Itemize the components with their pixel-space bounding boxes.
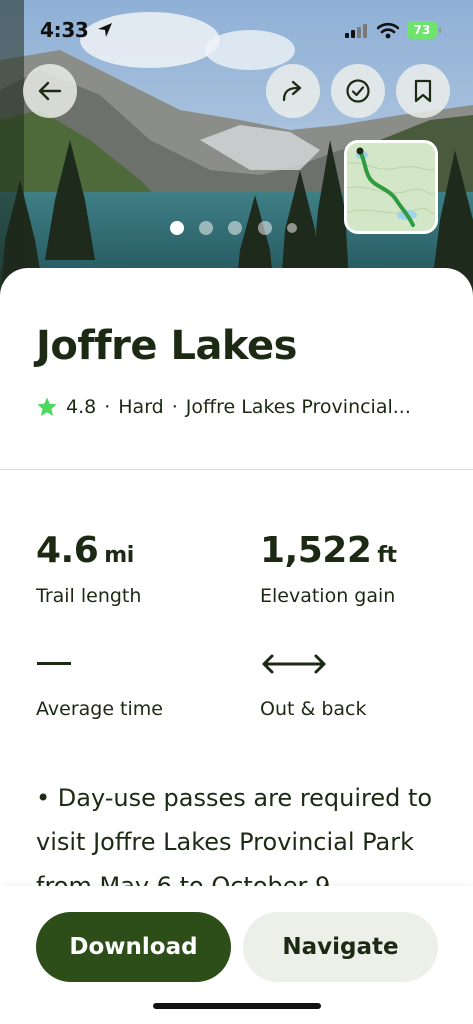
back-arrow-icon bbox=[37, 78, 63, 104]
location-arrow-icon bbox=[97, 22, 113, 38]
pagination-dot[interactable] bbox=[199, 221, 213, 235]
trail-rating: 4.8 bbox=[66, 396, 97, 418]
bookmark-button[interactable] bbox=[396, 64, 450, 118]
bottom-action-bar: Download Navigate bbox=[0, 886, 473, 1024]
home-indicator[interactable] bbox=[153, 1003, 321, 1009]
battery-level: 73 bbox=[413, 23, 431, 37]
hero-photo-carousel[interactable]: 4:33 73 bbox=[0, 0, 473, 300]
trail-description: • Day-use passes are required to visit J… bbox=[36, 784, 433, 888]
status-time: 4:33 bbox=[40, 18, 89, 42]
elevation-gain-label: Elevation gain bbox=[260, 585, 396, 607]
status-bar: 4:33 73 bbox=[0, 0, 473, 60]
download-button[interactable]: Download bbox=[36, 912, 231, 982]
elevation-gain-unit: ft bbox=[377, 543, 397, 568]
pagination-dot-active[interactable] bbox=[170, 221, 184, 235]
trail-length-label: Trail length bbox=[36, 585, 142, 607]
trail-park-link[interactable]: Joffre Lakes Provincial... bbox=[186, 396, 411, 418]
cellular-signal-icon bbox=[345, 24, 369, 38]
trail-meta-row: 4.8 · Hard · Joffre Lakes Provincial... bbox=[36, 394, 446, 420]
trail-title: Joffre Lakes bbox=[36, 323, 297, 369]
battery-indicator: 73 bbox=[407, 21, 441, 39]
elevation-gain-value: 1,522 bbox=[260, 530, 372, 571]
share-icon bbox=[280, 78, 306, 104]
trail-length-value: 4.6 bbox=[36, 530, 99, 571]
trail-map-thumbnail[interactable] bbox=[344, 140, 438, 234]
stat-trail-length: 4.6 mi Trail length bbox=[36, 530, 141, 607]
meta-separator: · bbox=[104, 396, 111, 418]
pagination-dot[interactable] bbox=[258, 221, 272, 235]
stat-elevation-gain: 1,522 ft Elevation gain bbox=[260, 530, 397, 607]
check-circle-icon bbox=[345, 78, 371, 104]
trail-details-sheet[interactable]: Joffre Lakes 4.8 · Hard · Joffre Lakes P… bbox=[0, 268, 473, 888]
navigate-button[interactable]: Navigate bbox=[243, 912, 438, 982]
pagination-dot[interactable] bbox=[228, 221, 242, 235]
trail-length-unit: mi bbox=[104, 543, 134, 568]
trail-difficulty: Hard bbox=[118, 396, 164, 418]
route-type-label: Out & back bbox=[260, 698, 367, 720]
mark-completed-button[interactable] bbox=[331, 64, 385, 118]
star-icon bbox=[37, 397, 57, 416]
pagination-dot[interactable] bbox=[287, 223, 297, 233]
average-time-label: Average time bbox=[36, 698, 163, 720]
out-and-back-icon bbox=[261, 652, 327, 680]
bookmark-icon bbox=[410, 78, 436, 104]
wifi-icon bbox=[377, 22, 399, 39]
meta-separator: · bbox=[171, 396, 178, 418]
share-button[interactable] bbox=[266, 64, 320, 118]
back-button[interactable] bbox=[23, 64, 77, 118]
trail-map-route bbox=[347, 143, 435, 231]
section-divider bbox=[0, 469, 473, 470]
average-time-value bbox=[37, 662, 71, 665]
